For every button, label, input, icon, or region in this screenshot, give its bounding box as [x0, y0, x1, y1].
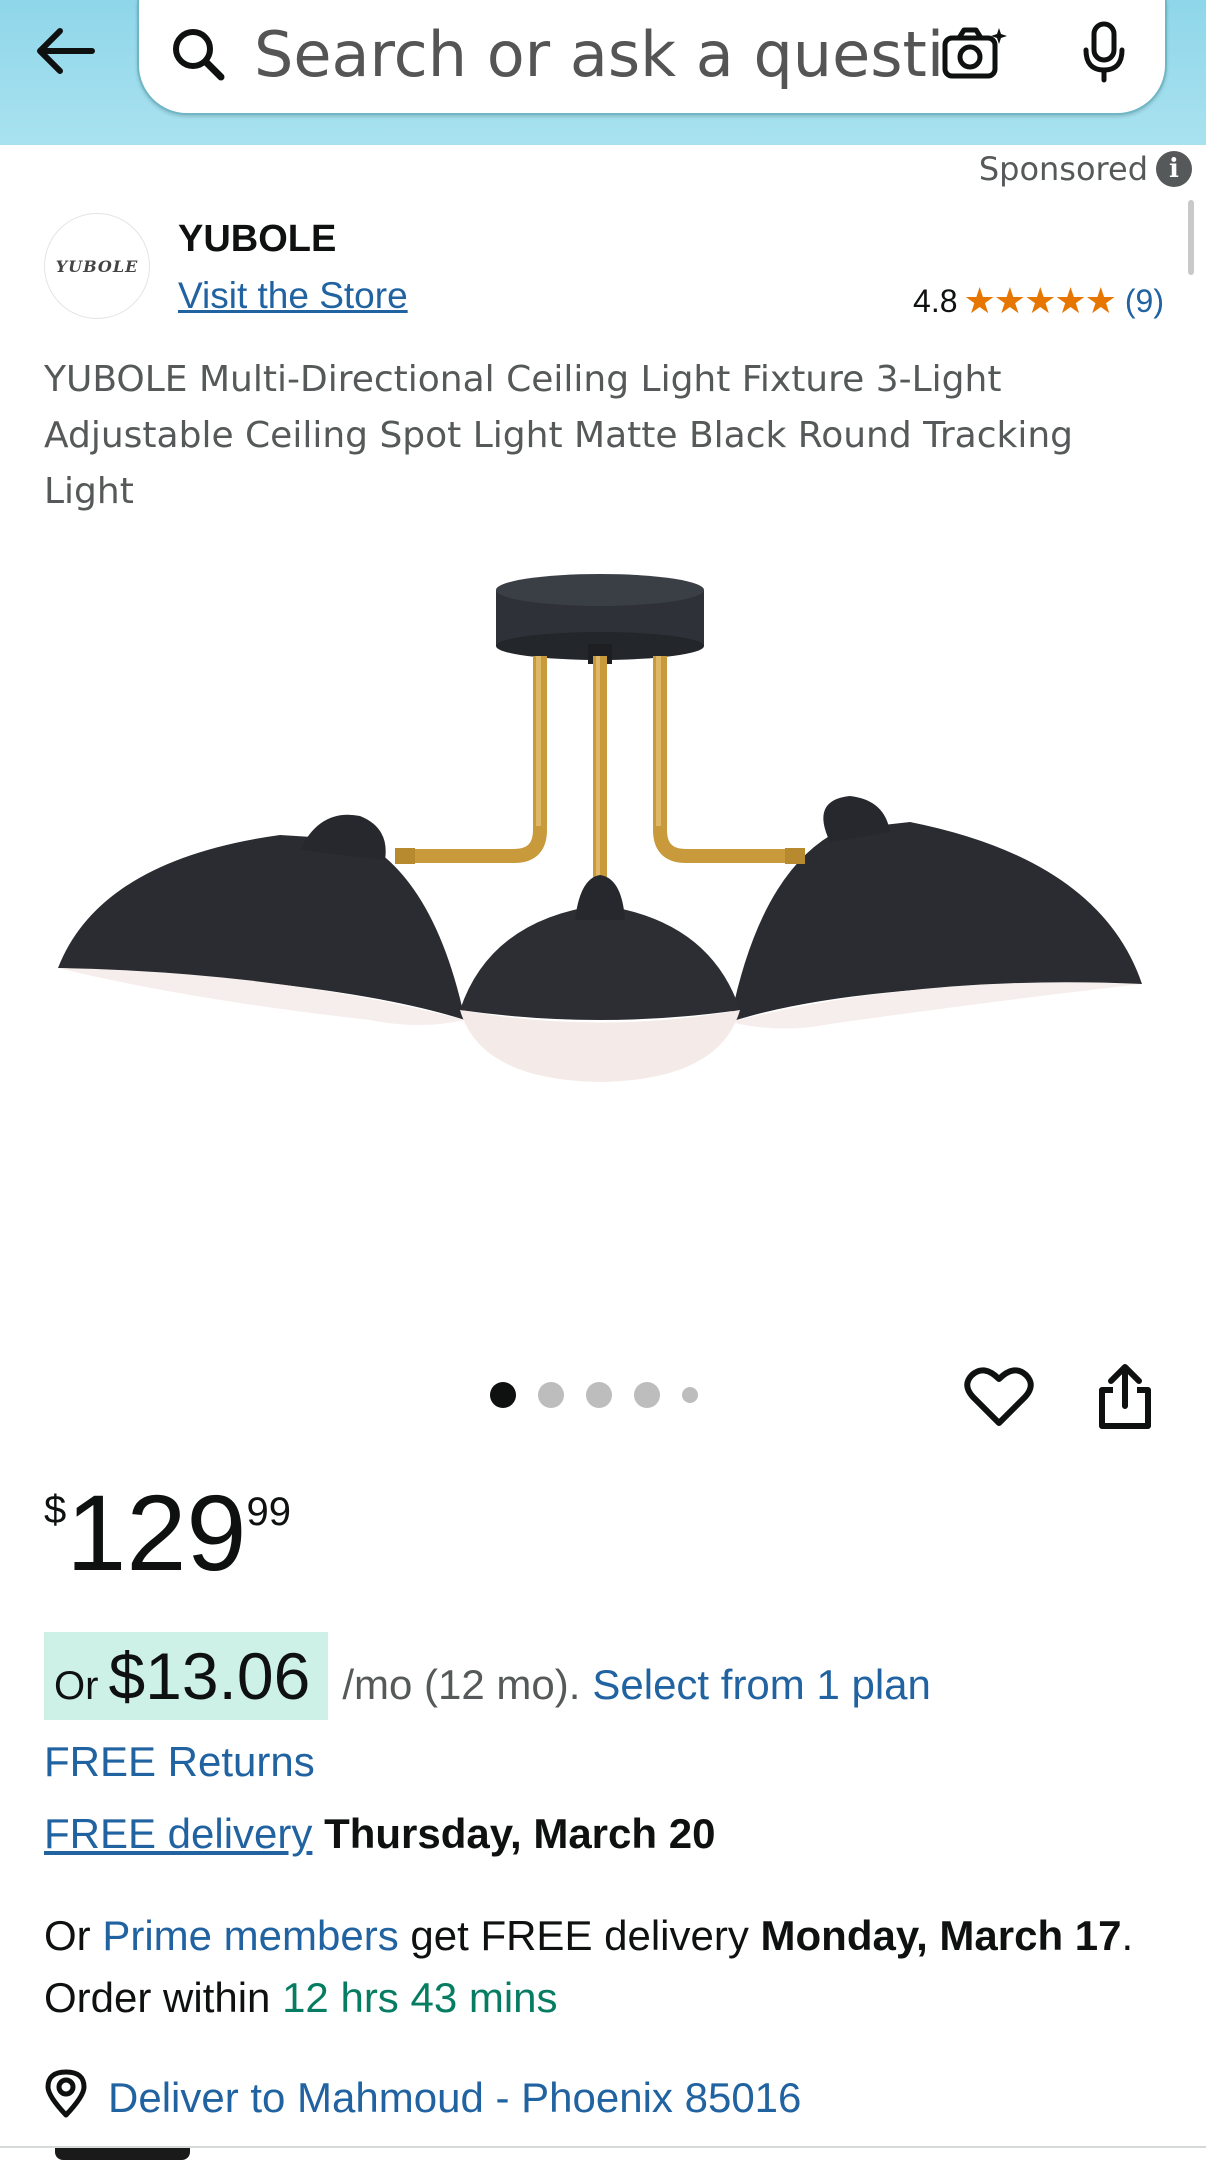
carousel-dot[interactable]	[634, 1382, 660, 1408]
carousel-dot[interactable]	[586, 1382, 612, 1408]
search-icon	[169, 25, 227, 87]
heart-icon	[964, 1367, 1034, 1433]
share-button[interactable]	[1095, 1362, 1155, 1436]
free-returns-link[interactable]: FREE Returns	[44, 1738, 315, 1786]
prime-mid-text: get FREE delivery	[410, 1912, 749, 1959]
installment-amount: $13.06	[108, 1639, 311, 1713]
price-whole: 129	[66, 1472, 247, 1593]
back-button[interactable]	[30, 18, 100, 88]
image-carousel-dots[interactable]	[490, 1382, 698, 1408]
brand-logo[interactable]: YUBOLE	[44, 213, 150, 319]
deliver-to-text: Deliver to Mahmoud - Phoenix 85016	[108, 2074, 802, 2121]
search-bar[interactable]	[137, 0, 1167, 115]
prime-delivery-info: Or Prime members get FREE delivery Monda…	[44, 1905, 1174, 2029]
installment-highlight: Or $13.06	[44, 1632, 329, 1720]
product-title[interactable]: YUBOLE Multi-Directional Ceiling Light F…	[44, 352, 1154, 520]
delivery-info: FREE delivery Thursday, March 20	[44, 1810, 715, 1858]
price-symbol: $	[44, 1488, 67, 1532]
price-fraction: 99	[246, 1490, 291, 1534]
brand-name: YUBOLE	[178, 218, 337, 260]
rating-summary[interactable]: 4.8 ★★★★★ (9)	[913, 280, 1164, 322]
star-rating-icon: ★★★★★	[963, 280, 1117, 321]
brand-logo-text: YUBOLE	[55, 256, 139, 276]
wishlist-button[interactable]	[964, 1365, 1034, 1433]
carousel-dot[interactable]	[682, 1387, 698, 1403]
delivery-date: Thursday, March 20	[324, 1810, 716, 1857]
top-header	[0, 0, 1206, 145]
share-icon	[1095, 1364, 1155, 1436]
price: $ 129 99	[44, 1478, 291, 1588]
installment-terms: /mo (12 mo).	[342, 1661, 581, 1708]
location-pin-icon	[44, 2068, 88, 2128]
search-input[interactable]	[254, 14, 944, 94]
visit-store-link[interactable]: Visit the Store	[178, 275, 408, 317]
product-image[interactable]	[40, 560, 1170, 1140]
prime-prefix: Or	[44, 1912, 91, 1959]
camera-icon[interactable]	[939, 22, 1009, 86]
arrow-left-icon	[34, 26, 96, 80]
prime-members-link[interactable]: Prime members	[102, 1912, 398, 1959]
sponsored-label[interactable]: Sponsored i	[979, 150, 1192, 188]
prime-delivery-date: Monday, March 17	[760, 1912, 1122, 1959]
bottom-indicator	[55, 2148, 190, 2160]
deliver-to-location[interactable]: Deliver to Mahmoud - Phoenix 85016	[44, 2068, 801, 2128]
installment-offer: Or $13.06 /mo (12 mo). Select from 1 pla…	[44, 1632, 931, 1720]
microphone-icon[interactable]	[1079, 20, 1129, 90]
order-countdown: 12 hrs 43 mins	[282, 1974, 558, 2021]
carousel-dot[interactable]	[490, 1382, 516, 1408]
info-icon[interactable]: i	[1156, 151, 1192, 187]
sponsored-text: Sponsored	[978, 150, 1148, 188]
scroll-indicator	[1188, 200, 1194, 275]
rating-value: 4.8	[913, 282, 958, 319]
select-plan-link[interactable]: Select from 1 plan	[592, 1661, 931, 1709]
carousel-dot[interactable]	[538, 1382, 564, 1408]
free-delivery-link[interactable]: FREE delivery	[44, 1810, 312, 1857]
review-count[interactable]: (9)	[1125, 283, 1164, 320]
installment-prefix: Or	[54, 1664, 99, 1708]
